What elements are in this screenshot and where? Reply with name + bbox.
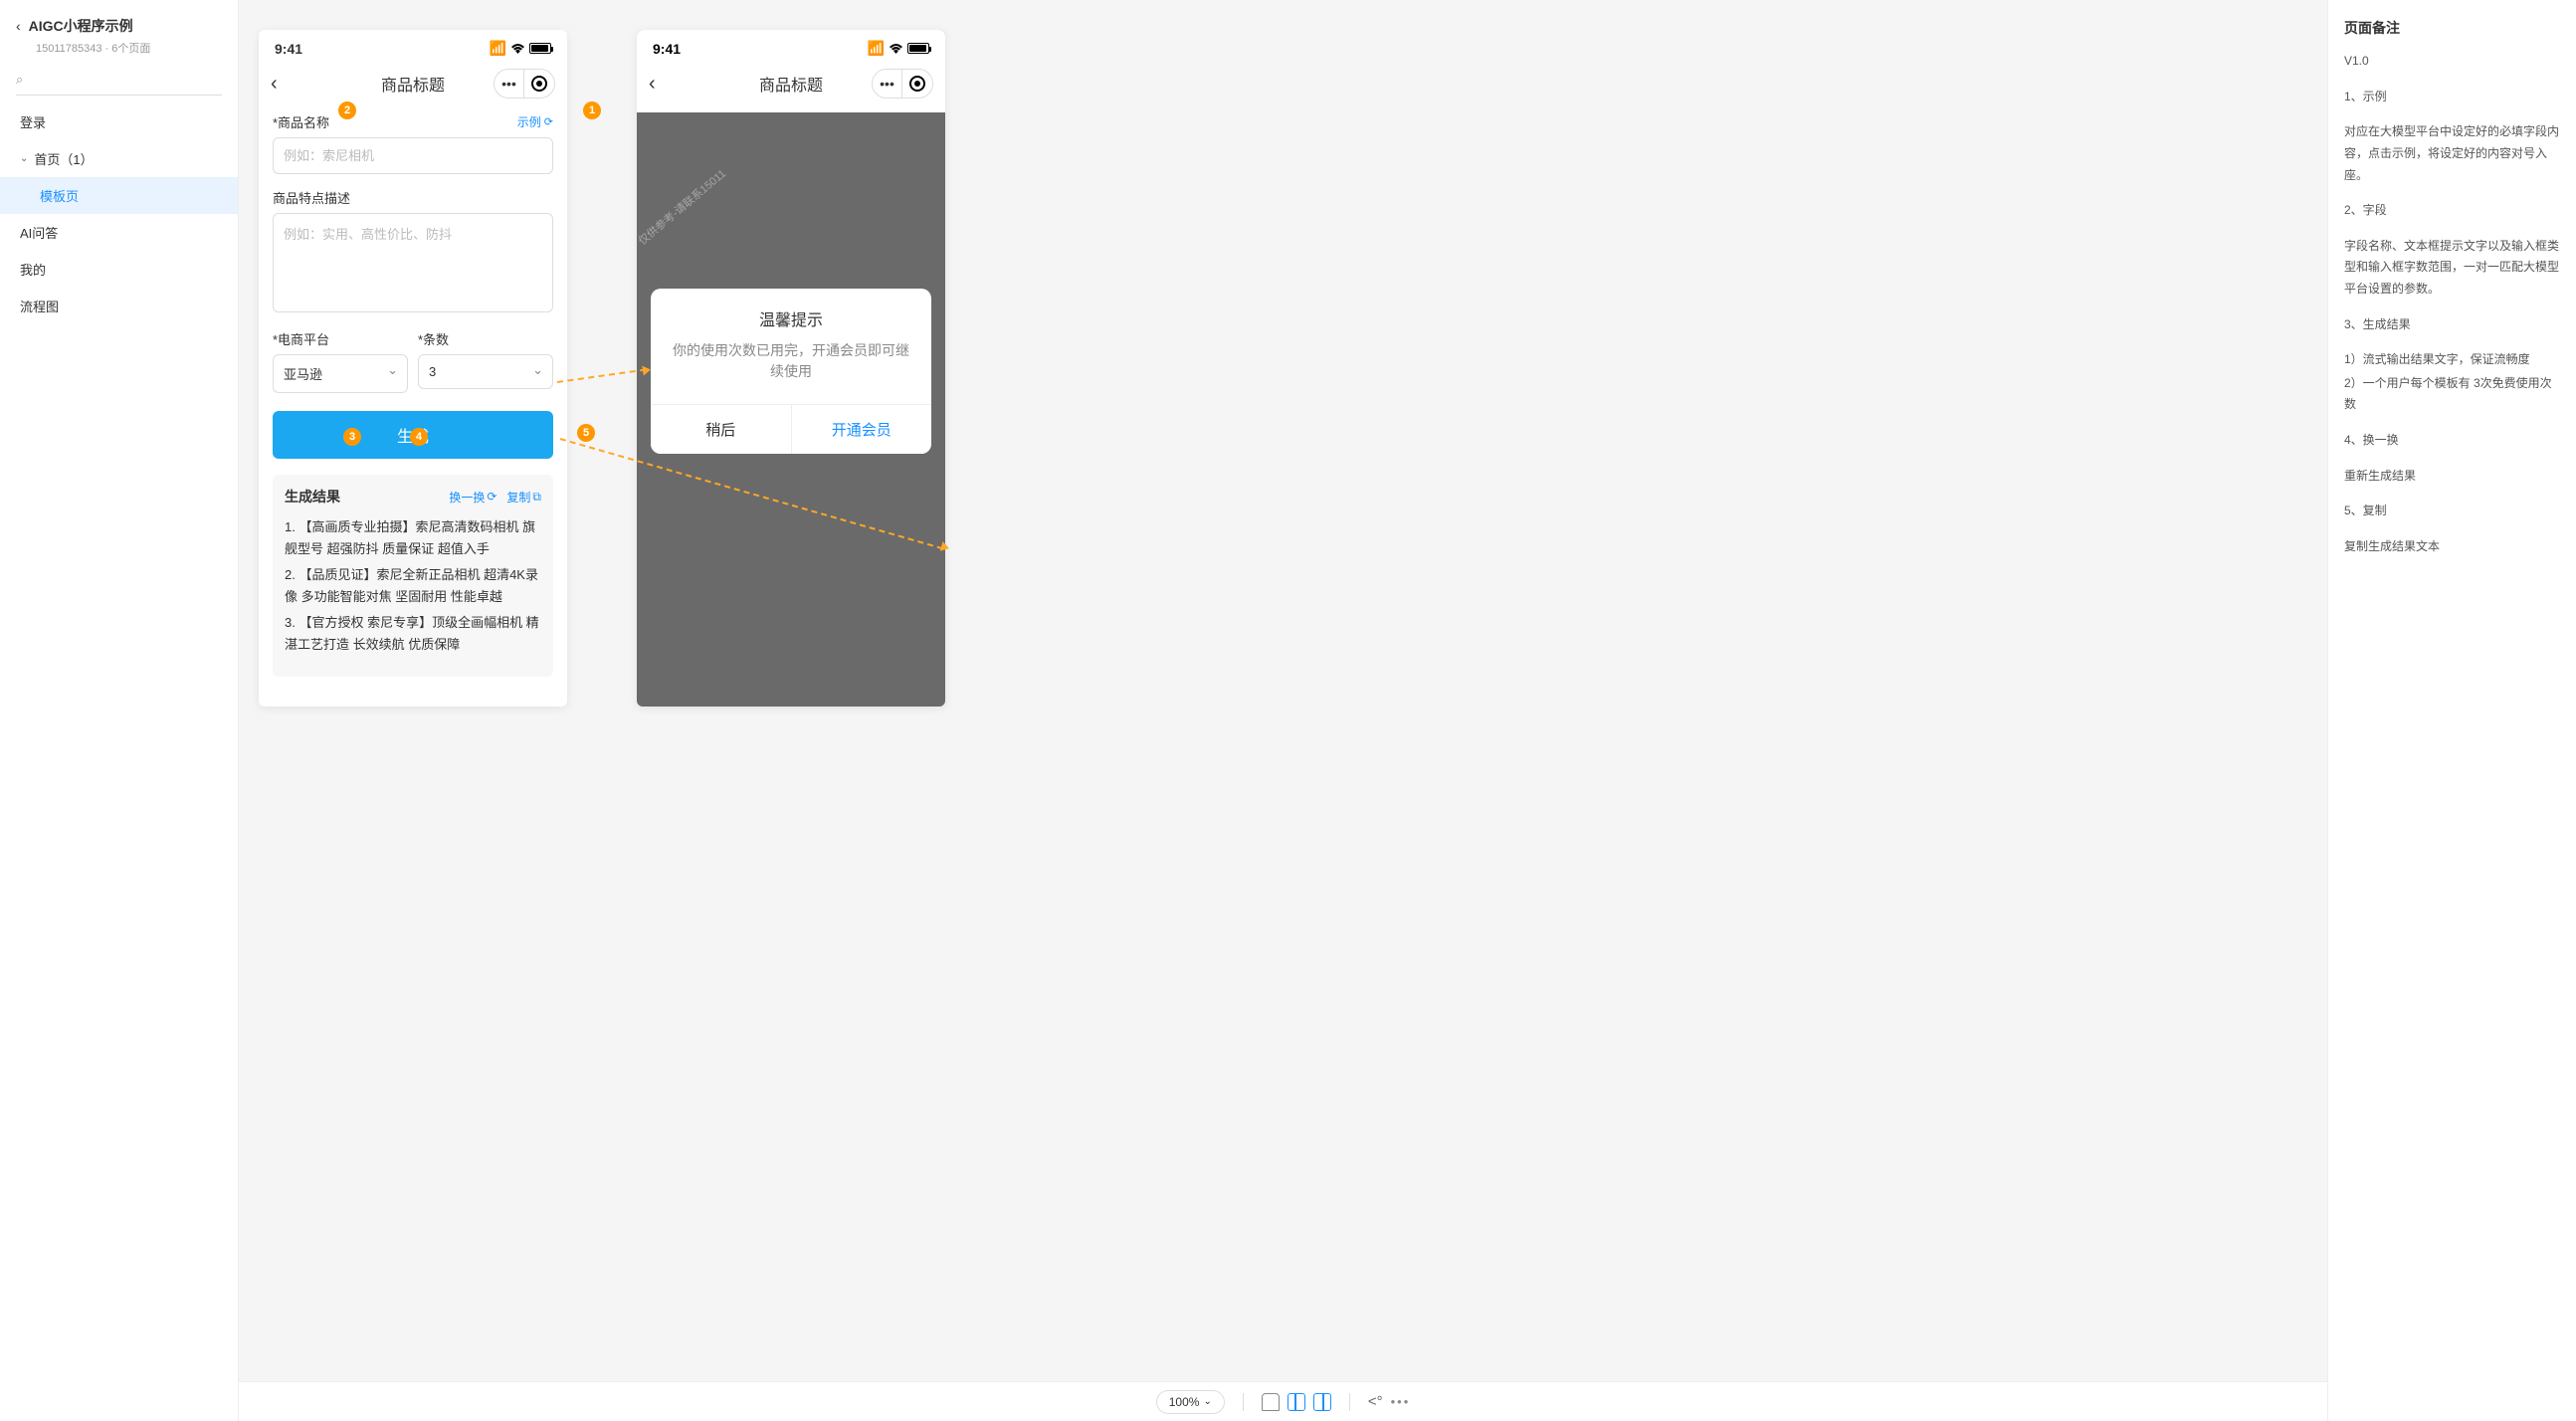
- result-line: 3. 【官方授权 索尼专享】顶级全画幅相机 精湛工艺打造 长效续航 优质保障: [285, 612, 541, 656]
- signal-icon: 📶: [490, 40, 506, 57]
- notes-text: 重新生成结果: [2344, 466, 2560, 488]
- wifi-icon: [889, 41, 903, 57]
- search-input[interactable]: [16, 68, 222, 96]
- nav-home-label: 首页（1）: [34, 149, 93, 168]
- annotation-badge-1: 1: [583, 102, 601, 119]
- battery-icon: [907, 43, 929, 54]
- copy-action[interactable]: 复制 ⧉: [506, 489, 541, 506]
- notes-section: 1、示例: [2344, 87, 2560, 108]
- dialog-open-vip-button[interactable]: 开通会员: [792, 405, 932, 454]
- left-sidebar: ‹ AIGC小程序示例 15011785343 · 6个页面 ⌕ 登录 ⌄ 首页…: [0, 0, 239, 1421]
- notes-panel: 页面备注 V1.0 1、示例 对应在大模型平台中设定好的必填字段内容，点击示例，…: [2327, 0, 2576, 1421]
- swap-label: 换一换: [449, 489, 485, 506]
- count-label: *条数: [418, 329, 449, 348]
- notes-text: 字段名称、文本框提示文字以及输入框类型和输入框字数范围，一对一匹配大模型平台设置…: [2344, 236, 2560, 301]
- search-icon: ⌕: [16, 72, 23, 88]
- device-preview-icon[interactable]: [1262, 1393, 1280, 1411]
- capsule-menu-icon[interactable]: •••: [873, 70, 902, 98]
- nav-ai-qa[interactable]: AI问答: [0, 214, 238, 251]
- platform-select[interactable]: 亚马逊: [273, 354, 408, 393]
- nav-mine[interactable]: 我的: [0, 251, 238, 288]
- chevron-down-icon: ⌄: [20, 153, 28, 164]
- miniprogram-capsule[interactable]: •••: [494, 69, 555, 99]
- copy-icon: ⧉: [532, 490, 541, 505]
- status-time: 9:41: [653, 41, 681, 57]
- layout-split-right-icon[interactable]: [1313, 1393, 1331, 1411]
- notes-section: 5、复制: [2344, 501, 2560, 522]
- example-link-text: 示例: [517, 113, 541, 130]
- refresh-icon: ⟳: [544, 115, 553, 128]
- signal-icon: 📶: [868, 40, 885, 57]
- platform-label: *电商平台: [273, 329, 329, 348]
- notes-text: 复制生成结果文本: [2344, 536, 2560, 558]
- annotation-badge-2: 2: [338, 102, 356, 119]
- result-line: 1. 【高画质专业拍摄】索尼高清数码相机 旗舰型号 超强防抖 质量保证 超值入手: [285, 516, 541, 560]
- product-name-input[interactable]: [273, 137, 553, 174]
- battery-icon: [529, 43, 551, 54]
- product-desc-textarea[interactable]: [273, 213, 553, 312]
- notes-title: 页面备注: [2344, 16, 2560, 41]
- alert-dialog: 温馨提示 你的使用次数已用完，开通会员即可继续使用 稍后 开通会员: [651, 289, 931, 454]
- chevron-down-icon: ⌄: [1203, 1396, 1211, 1407]
- zoom-control[interactable]: 100% ⌄: [1156, 1390, 1225, 1414]
- capsule-close-icon[interactable]: [524, 70, 554, 98]
- capsule-close-icon[interactable]: [902, 70, 932, 98]
- desc-label: 商品特点描述: [273, 188, 350, 207]
- status-time: 9:41: [275, 41, 302, 57]
- status-bar: 9:41 📶: [637, 30, 945, 61]
- nav-back-icon[interactable]: ‹: [649, 73, 656, 96]
- phone-mockup-dialog: 9:41 📶 ‹ 商品标题 ••• 仅供参考-请联系15011: [637, 30, 945, 707]
- project-title: AIGC小程序示例: [29, 16, 133, 36]
- miniprogram-capsule[interactable]: •••: [872, 69, 933, 99]
- result-block: 生成结果 换一换 ⟳ 复制 ⧉ 1. 【高画质专业拍摄】索尼高清数码相机 旗舰型…: [273, 475, 553, 677]
- layout-split-left-icon[interactable]: [1288, 1393, 1305, 1411]
- notes-version: V1.0: [2344, 51, 2560, 73]
- bottom-toolbar: 100% ⌄ <° •••: [239, 1381, 2327, 1421]
- share-icon[interactable]: <°: [1368, 1393, 1383, 1410]
- count-select[interactable]: 3: [418, 354, 553, 389]
- notes-section: 4、换一换: [2344, 430, 2560, 452]
- annotation-badge-5: 5: [577, 424, 595, 442]
- notes-text: 对应在大模型平台中设定好的必填字段内容，点击示例，将设定好的内容对号入座。: [2344, 121, 2560, 186]
- notes-text: 2）一个用户每个模板有 3次免费使用次数: [2344, 373, 2560, 416]
- field-name-label: *商品名称: [273, 112, 329, 131]
- wifi-icon: [510, 41, 525, 57]
- refresh-icon: ⟳: [487, 490, 496, 504]
- dialog-later-button[interactable]: 稍后: [651, 405, 792, 454]
- zoom-value: 100%: [1169, 1395, 1200, 1409]
- notes-section: 2、字段: [2344, 200, 2560, 222]
- nav-flowchart[interactable]: 流程图: [0, 288, 238, 324]
- nav-back-icon[interactable]: ‹: [271, 73, 278, 96]
- canvas-area: 1 2 3 4 5 9:41 📶: [239, 0, 2327, 1421]
- watermark-text: 仅供参考-请联系15011: [637, 165, 729, 248]
- nav-home[interactable]: ⌄ 首页（1）: [0, 140, 238, 177]
- copy-label: 复制: [506, 489, 530, 506]
- result-line: 2. 【品质见证】索尼全新正品相机 超清4K录像 多功能智能对焦 坚固耐用 性能…: [285, 564, 541, 608]
- annotation-badge-4: 4: [410, 428, 428, 446]
- dialog-message: 你的使用次数已用完，开通会员即可继续使用: [651, 340, 931, 404]
- status-bar: 9:41 📶: [259, 30, 567, 61]
- notes-text: 1）流式输出结果文字，保证流畅度: [2344, 349, 2560, 371]
- nav-template-page[interactable]: 模板页: [0, 177, 238, 214]
- annotation-badge-3: 3: [343, 428, 361, 446]
- swap-action[interactable]: 换一换 ⟳: [449, 489, 496, 506]
- capsule-menu-icon[interactable]: •••: [495, 70, 524, 98]
- result-title: 生成结果: [285, 487, 340, 507]
- project-subtitle: 15011785343 · 6个页面: [0, 40, 238, 68]
- example-link[interactable]: 示例 ⟳: [517, 113, 553, 130]
- notes-section: 3、生成结果: [2344, 314, 2560, 336]
- result-text: 1. 【高画质专业拍摄】索尼高清数码相机 旗舰型号 超强防抖 质量保证 超值入手…: [285, 516, 541, 657]
- more-icon[interactable]: •••: [1391, 1394, 1411, 1409]
- dialog-title: 温馨提示: [651, 289, 931, 340]
- phone-mockup-form: 9:41 📶 ‹ 商品标题 •••: [259, 30, 567, 707]
- project-back-icon[interactable]: ‹: [16, 18, 21, 34]
- nav-login[interactable]: 登录: [0, 103, 238, 140]
